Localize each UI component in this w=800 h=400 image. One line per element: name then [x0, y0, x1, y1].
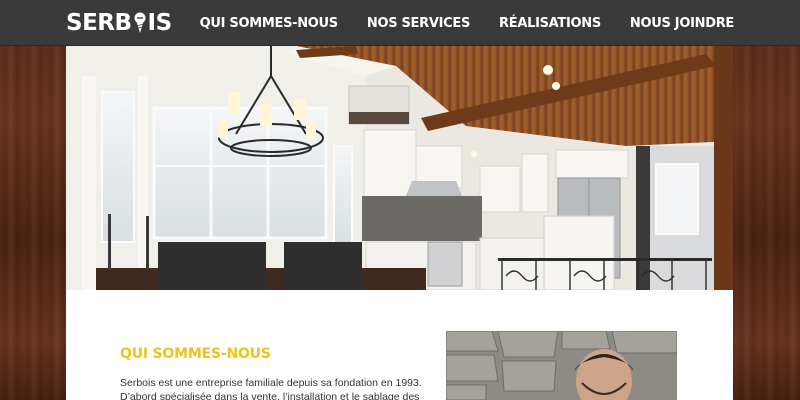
owner-photo-illustration — [446, 331, 677, 400]
nav-item-nos-services[interactable]: NOS SERVICES — [367, 16, 470, 31]
nav-item-realisations[interactable]: RÉALISATIONS — [499, 16, 601, 31]
nav-item-qui-sommes-nous[interactable]: QUI SOMMES-NOUS — [200, 16, 339, 31]
serbois-logo[interactable]: SERB IS — [66, 9, 172, 37]
hero-kitchen-image — [66, 46, 733, 290]
logo-text-right: IS — [147, 10, 173, 36]
kitchen-illustration — [66, 46, 733, 290]
about-section: QUI SOMMES-NOUS Serbois est une entrepri… — [66, 290, 733, 400]
screw-icon — [134, 12, 146, 33]
nav-item-nous-joindre[interactable]: NOUS JOINDRE — [630, 16, 734, 31]
main-nav: QUI SOMMES-NOUS NOS SERVICES RÉALISATION… — [200, 0, 735, 46]
owner-photo — [446, 331, 677, 400]
about-title: QUI SOMMES-NOUS — [120, 346, 271, 362]
about-text: Serbois est une entreprise familiale dep… — [120, 377, 422, 400]
logo-text-left: SERB — [66, 10, 132, 36]
site-header: SERB IS QUI SOMMES-NOUS NOS SERVICES RÉA… — [0, 0, 800, 46]
